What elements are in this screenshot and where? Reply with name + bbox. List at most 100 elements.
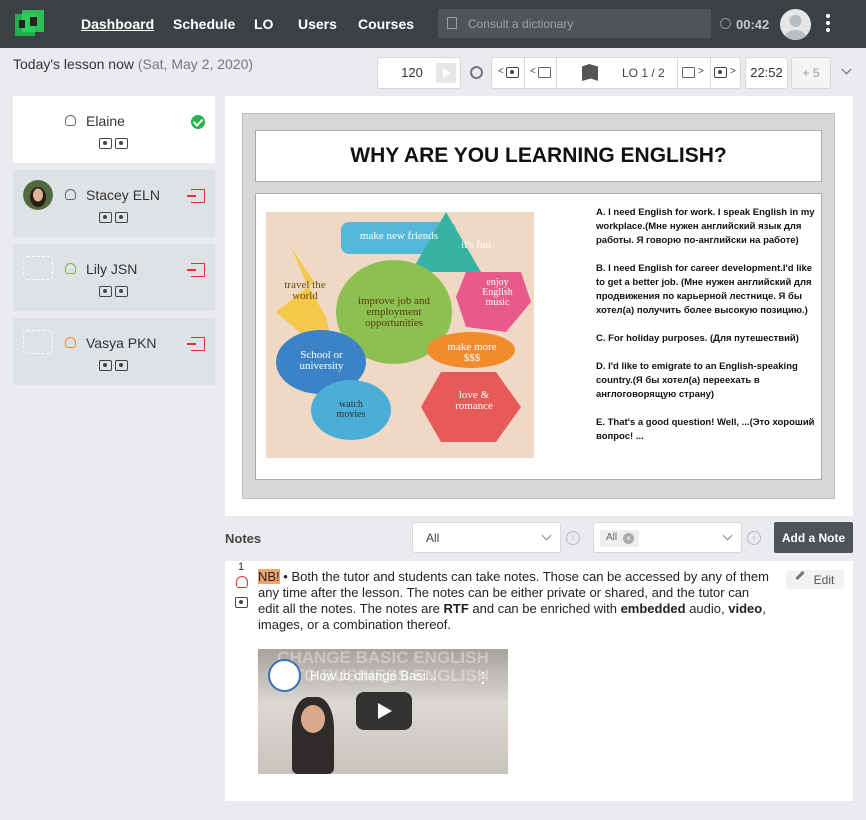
- video-more-icon[interactable]: ⋮: [476, 669, 490, 686]
- duration-input[interactable]: [386, 65, 438, 80]
- more-menu-icon[interactable]: [826, 14, 830, 34]
- note-text-video: video: [728, 601, 763, 616]
- answer-a: A. I need English for work. I speak Engl…: [596, 207, 815, 246]
- notes-filter-value: All: [426, 531, 440, 545]
- next-private-chevron-icon[interactable]: >: [698, 66, 704, 77]
- student-visibility: [99, 212, 131, 224]
- chevron-down-icon: [541, 530, 552, 541]
- clock-icon: [720, 18, 731, 29]
- bubble-text: make new friends: [359, 230, 439, 242]
- close-icon[interactable]: ×: [623, 533, 635, 544]
- edit-note-button[interactable]: Edit: [786, 570, 844, 589]
- student-name: Stacey ELN: [86, 187, 160, 203]
- eye-icon[interactable]: [506, 67, 519, 78]
- nav-schedule[interactable]: Schedule: [173, 16, 235, 32]
- app-logo-icon[interactable]: [14, 8, 48, 40]
- gear-icon[interactable]: [470, 66, 483, 79]
- student-card-lily[interactable]: Lily JSN: [13, 244, 215, 311]
- embedded-video[interactable]: CHANGE BASIC ENGLISH INTO BUSINESS ENGLIS…: [258, 649, 508, 774]
- answer-c: C. For holiday purposes. (Для путешестви…: [596, 333, 799, 344]
- play-button-icon[interactable]: [356, 692, 412, 730]
- book-icon: [582, 64, 598, 81]
- video-title[interactable]: How to change Basi...: [310, 668, 436, 683]
- lesson-title: Today's lesson now: [13, 56, 134, 72]
- notes-filter-select[interactable]: All: [412, 522, 561, 553]
- slide-title: WHY ARE YOU LEARNING ENGLISH?: [255, 130, 822, 182]
- eye-icon[interactable]: [235, 597, 248, 608]
- user-avatar[interactable]: [780, 9, 811, 40]
- note-text-embedded: embedded: [620, 601, 686, 616]
- student-card-stacey[interactable]: Stacey ELN: [13, 170, 215, 237]
- dictionary-icon: [447, 17, 457, 29]
- dictionary-search: [438, 9, 711, 38]
- extend-button[interactable]: + 5: [791, 57, 831, 89]
- student-role-icon: [65, 189, 76, 200]
- tag-chip: All ×: [600, 530, 640, 547]
- bubble-text: watch movies: [336, 399, 366, 420]
- bubble-text: make more $$$: [447, 341, 497, 364]
- exit-icon[interactable]: [187, 263, 205, 277]
- add-note-button[interactable]: Add a Note: [774, 522, 853, 553]
- avatar-placeholder-icon: [23, 256, 53, 280]
- info-icon[interactable]: i: [566, 531, 580, 545]
- eye-icon[interactable]: [115, 138, 128, 149]
- exit-icon[interactable]: [187, 337, 205, 351]
- student-card-elaine[interactable]: Elaine: [13, 96, 215, 163]
- duration-control: [377, 57, 461, 89]
- prev-shared-chevron-icon[interactable]: <: [498, 66, 504, 77]
- student-name: Lily JSN: [86, 261, 138, 277]
- next-shared-chevron-icon[interactable]: >: [730, 66, 736, 77]
- nav-lo[interactable]: LO: [254, 16, 273, 32]
- eye-icon[interactable]: [714, 67, 727, 78]
- student-visibility: [99, 286, 131, 298]
- info-icon[interactable]: i: [747, 531, 761, 545]
- answer-d: D. I'd like to emigrate to an English-sp…: [596, 361, 798, 400]
- note-text-3: audio,: [685, 601, 729, 616]
- prev-private-chevron-icon[interactable]: <: [530, 66, 536, 77]
- tag-chip-label: All: [606, 532, 618, 543]
- notes-tag-select[interactable]: All ×: [593, 522, 742, 553]
- bubble-text: improve job and employment opportunities: [357, 295, 431, 329]
- chevron-down-icon[interactable]: [841, 64, 852, 75]
- student-role-icon: [65, 263, 76, 274]
- lesson-date: (Sat, May 2, 2020): [137, 56, 254, 72]
- student-name: Elaine: [86, 113, 125, 129]
- slide: WHY ARE YOU LEARNING ENGLISH? make new f…: [242, 113, 835, 499]
- eye-icon[interactable]: [115, 360, 128, 371]
- eye-icon[interactable]: [99, 286, 112, 297]
- dictionary-input[interactable]: [468, 9, 703, 38]
- channel-logo-icon[interactable]: [268, 659, 301, 692]
- slide-illustration: make new friends it's fun travel the wor…: [266, 212, 534, 458]
- note-body: NB! • Both the tutor and students can ta…: [258, 569, 773, 633]
- exit-icon[interactable]: [187, 189, 205, 203]
- lesson-heading: Today's lesson now (Sat, May 2, 2020): [13, 56, 253, 72]
- student-card-vasya[interactable]: Vasya PKN: [13, 318, 215, 385]
- lo-navigation: < < LO 1 / 2 > >: [491, 57, 741, 89]
- nav-courses[interactable]: Courses: [358, 16, 414, 32]
- bubble-text: love & romance: [455, 389, 493, 412]
- eye-icon[interactable]: [115, 212, 128, 223]
- bubble-text: School or university: [299, 349, 344, 372]
- nav-users[interactable]: Users: [298, 16, 337, 32]
- envelope-icon[interactable]: [538, 67, 551, 78]
- slide-body: make new friends it's fun travel the wor…: [255, 193, 822, 480]
- bubble-text: travel the world: [284, 279, 326, 302]
- note-text-rtf: RTF: [443, 601, 469, 616]
- play-icon[interactable]: [436, 63, 456, 83]
- nav-dashboard[interactable]: Dashboard: [81, 16, 154, 32]
- eye-icon[interactable]: [99, 138, 112, 149]
- student-visibility: [99, 138, 131, 150]
- note-author-icon: [236, 576, 248, 588]
- eye-icon[interactable]: [115, 286, 128, 297]
- nb-highlight: NB!: [258, 569, 280, 584]
- answer-e: E. That's a good question! Well, ...(Это…: [596, 417, 815, 442]
- student-role-icon: [65, 337, 76, 348]
- student-role-icon: [65, 115, 76, 126]
- avatar-placeholder-icon: [23, 108, 53, 132]
- eye-icon[interactable]: [99, 212, 112, 223]
- bubble-text: enjoy English music: [482, 277, 513, 308]
- note-text-2: and can be enriched with: [468, 601, 621, 616]
- eye-icon[interactable]: [99, 360, 112, 371]
- envelope-icon[interactable]: [682, 67, 695, 78]
- lo-indicator: LO 1 / 2: [622, 66, 665, 80]
